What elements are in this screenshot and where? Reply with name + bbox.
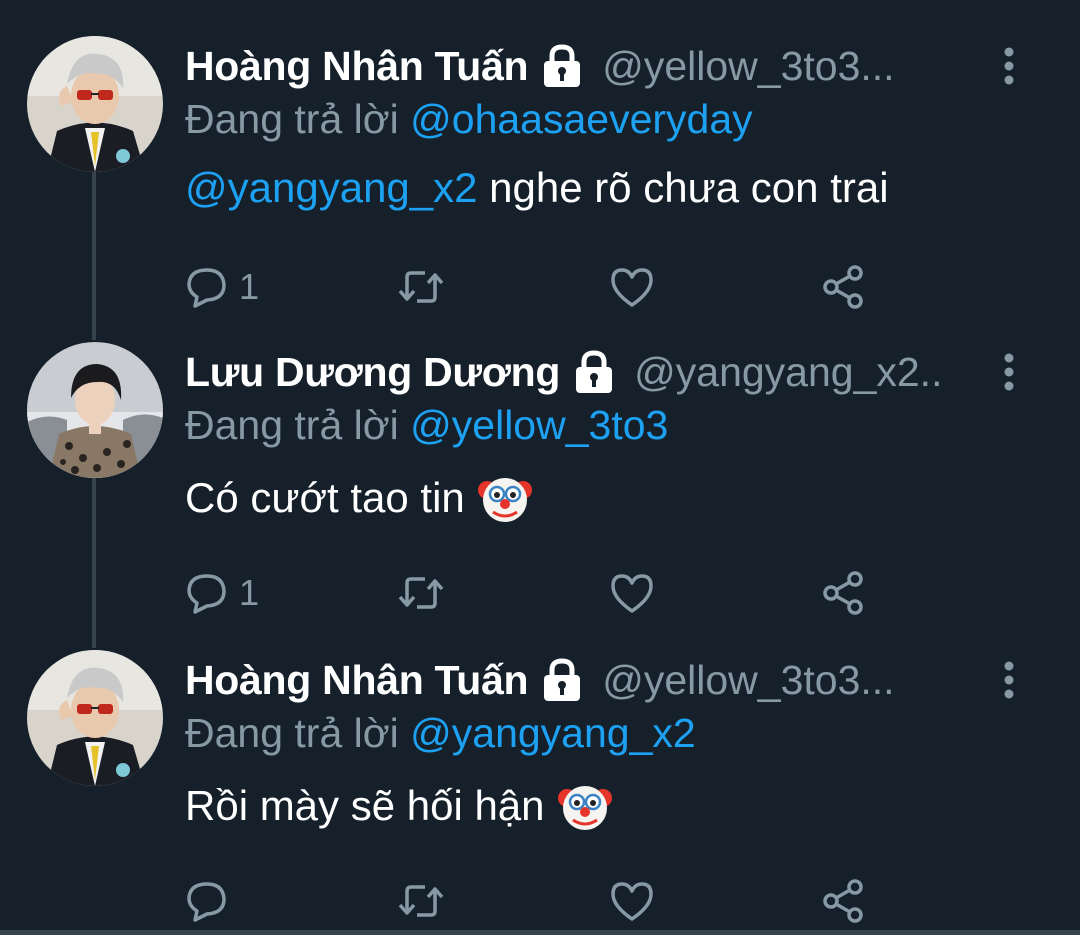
reply-button[interactable]: 1 <box>185 264 259 310</box>
like-button[interactable] <box>609 264 655 310</box>
share-icon <box>821 878 867 924</box>
reply-button[interactable]: 1 <box>185 570 259 616</box>
user-handle[interactable]: @yellow_3to3... <box>602 43 894 90</box>
replying-to-mention[interactable]: @yangyang_x2 <box>410 710 696 756</box>
user-handle[interactable]: @yellow_3to3... <box>602 657 894 704</box>
divider <box>0 930 1080 935</box>
tweet-actions: 1 <box>185 570 885 616</box>
heart-icon <box>609 571 655 615</box>
avatar[interactable] <box>27 36 163 172</box>
share-button[interactable] <box>821 264 867 310</box>
replying-to-line: Đang trả lời @ohaasaeveryday <box>185 96 753 143</box>
share-button[interactable] <box>821 878 867 924</box>
body-mention[interactable]: @yangyang_x2 <box>185 164 478 212</box>
lock-icon <box>536 658 588 702</box>
heart-icon <box>609 879 655 923</box>
replying-label: Đang trả lời <box>185 96 399 142</box>
replying-to-line: Đang trả lời @yellow_3to3 <box>185 402 668 449</box>
tweet-header: Hoàng Nhân Tuấn @yellow_3to3... <box>185 650 895 710</box>
lock-icon <box>536 44 588 88</box>
replying-label: Đang trả lời <box>185 402 399 448</box>
display-name[interactable]: Hoàng Nhân Tuấn <box>185 43 529 90</box>
retweet-icon <box>397 571 445 615</box>
like-button[interactable] <box>609 570 655 616</box>
display-name[interactable]: Hoàng Nhân Tuấn <box>185 657 529 704</box>
reply-button[interactable] <box>185 878 239 924</box>
avatar[interactable] <box>27 342 163 478</box>
heart-icon <box>609 265 655 309</box>
clown-face-icon <box>477 470 533 526</box>
tweet[interactable]: Lưu Dương Dương @yangyang_x2.. Đang trả … <box>0 342 1080 642</box>
body-text: Có cướt tao tin <box>185 474 465 521</box>
share-icon <box>821 264 867 310</box>
tweet-actions <box>185 878 885 924</box>
tweet-header: Hoàng Nhân Tuấn @yellow_3to3... <box>185 36 895 96</box>
body-text: Rồi mày sẽ hối hận <box>185 782 545 829</box>
retweet-icon <box>397 879 445 923</box>
retweet-icon <box>397 265 445 309</box>
more-vertical-icon[interactable] <box>996 658 1022 702</box>
retweet-button[interactable] <box>397 570 445 616</box>
more-vertical-icon[interactable] <box>996 350 1022 394</box>
lock-icon <box>568 350 620 394</box>
tweet-text: Có cướt tao tin <box>185 470 533 526</box>
share-button[interactable] <box>821 570 867 616</box>
like-button[interactable] <box>609 878 655 924</box>
reply-icon <box>185 265 229 309</box>
share-icon <box>821 570 867 616</box>
tweet-text: @yangyang_x2 nghe rõ chưa con trai <box>185 164 889 212</box>
clown-face-icon <box>557 778 613 834</box>
tweet[interactable]: Hoàng Nhân Tuấn @yellow_3to3... Đang trả… <box>0 36 1080 336</box>
replying-to-mention[interactable]: @ohaasaeveryday <box>410 96 753 142</box>
replying-to-mention[interactable]: @yellow_3to3 <box>410 402 668 448</box>
reply-count: 1 <box>239 572 260 613</box>
reply-count: 1 <box>239 266 260 307</box>
replying-label: Đang trả lời <box>185 710 399 756</box>
tweet-text: Rồi mày sẽ hối hận <box>185 778 613 834</box>
body-text: nghe rõ chưa con trai <box>477 164 889 211</box>
reply-icon <box>185 879 229 923</box>
more-vertical-icon[interactable] <box>996 44 1022 88</box>
avatar[interactable] <box>27 650 163 786</box>
replying-to-line: Đang trả lời @yangyang_x2 <box>185 710 696 757</box>
display-name[interactable]: Lưu Dương Dương <box>185 349 560 396</box>
reply-icon <box>185 571 229 615</box>
user-handle[interactable]: @yangyang_x2.. <box>634 349 942 396</box>
tweet-header: Lưu Dương Dương @yangyang_x2.. <box>185 342 942 402</box>
tweet-actions: 1 <box>185 264 885 310</box>
retweet-button[interactable] <box>397 264 445 310</box>
retweet-button[interactable] <box>397 878 445 924</box>
tweet[interactable]: Hoàng Nhân Tuấn @yellow_3to3... Đang trả… <box>0 650 1080 930</box>
